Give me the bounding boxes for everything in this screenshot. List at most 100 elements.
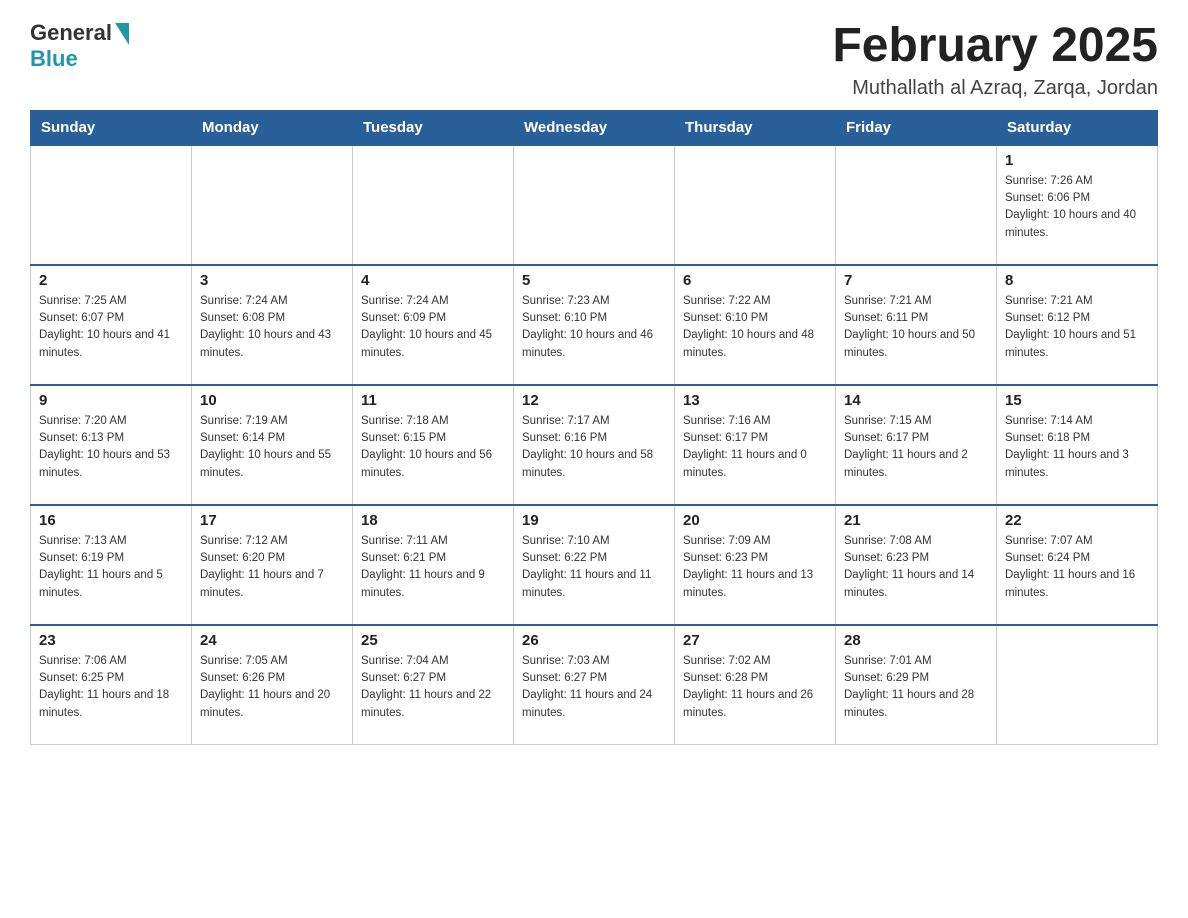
calendar-cell: 11Sunrise: 7:18 AMSunset: 6:15 PMDayligh… xyxy=(353,385,514,505)
calendar-cell xyxy=(353,145,514,265)
calendar-cell: 6 Sunrise: 7:22 AMSunset: 6:10 PMDaylight… xyxy=(675,265,836,385)
week-row-2: 2 Sunrise: 7:25 AMSunset: 6:07 PMDaylight… xyxy=(31,265,1158,385)
day-number: 24 xyxy=(200,632,344,649)
weekday-header-tuesday: Tuesday xyxy=(353,110,514,145)
week-row-1: 1 Sunrise: 7:26 AMSunset: 6:06 PMDaylight… xyxy=(31,145,1158,265)
day-info: Sunrise: 7:01 AMSunset: 6:29 PMDaylight:… xyxy=(844,653,988,722)
day-number: 9 xyxy=(39,392,183,409)
day-info: Sunrise: 7:24 AMSunset: 6:09 PMDaylight:… xyxy=(361,293,505,362)
calendar-cell xyxy=(31,145,192,265)
day-number: 23 xyxy=(39,632,183,649)
day-number: 18 xyxy=(361,512,505,529)
day-number: 13 xyxy=(683,392,827,409)
day-number: 8 xyxy=(1005,272,1149,289)
weekday-header-wednesday: Wednesday xyxy=(514,110,675,145)
calendar-cell xyxy=(675,145,836,265)
day-info: Sunrise: 7:03 AMSunset: 6:27 PMDaylight:… xyxy=(522,653,666,722)
day-number: 5 xyxy=(522,272,666,289)
day-info: Sunrise: 7:08 AMSunset: 6:23 PMDaylight:… xyxy=(844,533,988,602)
calendar-cell: 4 Sunrise: 7:24 AMSunset: 6:09 PMDaylight… xyxy=(353,265,514,385)
day-info: Sunrise: 7:24 AMSunset: 6:08 PMDaylight:… xyxy=(200,293,344,362)
day-number: 2 xyxy=(39,272,183,289)
calendar-cell: 26 Sunrise: 7:03 AMSunset: 6:27 PMDayligh… xyxy=(514,625,675,745)
day-info: Sunrise: 7:05 AMSunset: 6:26 PMDaylight:… xyxy=(200,653,344,722)
day-number: 10 xyxy=(200,392,344,409)
calendar-cell: 22Sunrise: 7:07 AMSunset: 6:24 PMDayligh… xyxy=(997,505,1158,625)
day-number: 14 xyxy=(844,392,988,409)
calendar-table: SundayMondayTuesdayWednesdayThursdayFrid… xyxy=(30,110,1158,746)
day-info: Sunrise: 7:26 AMSunset: 6:06 PMDaylight:… xyxy=(1005,173,1149,242)
day-info: Sunrise: 7:12 AMSunset: 6:20 PMDaylight:… xyxy=(200,533,344,602)
day-info: Sunrise: 7:22 AMSunset: 6:10 PMDaylight:… xyxy=(683,293,827,362)
calendar-cell xyxy=(997,625,1158,745)
weekday-header-row: SundayMondayTuesdayWednesdayThursdayFrid… xyxy=(31,110,1158,145)
calendar-cell: 19 Sunrise: 7:10 AMSunset: 6:22 PMDayligh… xyxy=(514,505,675,625)
calendar-cell: 23 Sunrise: 7:06 AMSunset: 6:25 PMDayligh… xyxy=(31,625,192,745)
day-info: Sunrise: 7:25 AMSunset: 6:07 PMDaylight:… xyxy=(39,293,183,362)
logo-blue-text: Blue xyxy=(30,46,78,72)
calendar-cell: 8 Sunrise: 7:21 AMSunset: 6:12 PMDaylight… xyxy=(997,265,1158,385)
day-info: Sunrise: 7:06 AMSunset: 6:25 PMDaylight:… xyxy=(39,653,183,722)
calendar-cell: 3 Sunrise: 7:24 AMSunset: 6:08 PMDaylight… xyxy=(192,265,353,385)
day-number: 16 xyxy=(39,512,183,529)
calendar-cell: 27 Sunrise: 7:02 AMSunset: 6:28 PMDayligh… xyxy=(675,625,836,745)
calendar-cell: 24 Sunrise: 7:05 AMSunset: 6:26 PMDayligh… xyxy=(192,625,353,745)
day-number: 27 xyxy=(683,632,827,649)
day-number: 1 xyxy=(1005,152,1149,169)
day-number: 19 xyxy=(522,512,666,529)
day-number: 6 xyxy=(683,272,827,289)
day-number: 22 xyxy=(1005,512,1149,529)
day-number: 17 xyxy=(200,512,344,529)
weekday-header-friday: Friday xyxy=(836,110,997,145)
week-row-5: 23 Sunrise: 7:06 AMSunset: 6:25 PMDayligh… xyxy=(31,625,1158,745)
weekday-header-saturday: Saturday xyxy=(997,110,1158,145)
calendar-cell: 17 Sunrise: 7:12 AMSunset: 6:20 PMDayligh… xyxy=(192,505,353,625)
day-info: Sunrise: 7:21 AMSunset: 6:12 PMDaylight:… xyxy=(1005,293,1149,362)
calendar-cell: 18 Sunrise: 7:11 AMSunset: 6:21 PMDayligh… xyxy=(353,505,514,625)
day-info: Sunrise: 7:11 AMSunset: 6:21 PMDaylight:… xyxy=(361,533,505,602)
logo-general-text: General xyxy=(30,20,112,46)
day-info: Sunrise: 7:02 AMSunset: 6:28 PMDaylight:… xyxy=(683,653,827,722)
calendar-cell: 2 Sunrise: 7:25 AMSunset: 6:07 PMDaylight… xyxy=(31,265,192,385)
calendar-cell xyxy=(836,145,997,265)
calendar-cell: 10 Sunrise: 7:19 AMSunset: 6:14 PMDayligh… xyxy=(192,385,353,505)
day-info: Sunrise: 7:10 AMSunset: 6:22 PMDaylight:… xyxy=(522,533,666,602)
day-number: 4 xyxy=(361,272,505,289)
day-info: Sunrise: 7:04 AMSunset: 6:27 PMDaylight:… xyxy=(361,653,505,722)
calendar-cell: 1 Sunrise: 7:26 AMSunset: 6:06 PMDaylight… xyxy=(997,145,1158,265)
title-section: February 2025 Muthallath al Azraq, Zarqa… xyxy=(832,20,1158,100)
calendar-cell: 15Sunrise: 7:14 AMSunset: 6:18 PMDayligh… xyxy=(997,385,1158,505)
logo-triangle-icon xyxy=(115,23,129,45)
day-number: 3 xyxy=(200,272,344,289)
day-info: Sunrise: 7:15 AMSunset: 6:17 PMDaylight:… xyxy=(844,413,988,482)
month-title: February 2025 xyxy=(832,20,1158,73)
calendar-cell: 20 Sunrise: 7:09 AMSunset: 6:23 PMDayligh… xyxy=(675,505,836,625)
day-number: 28 xyxy=(844,632,988,649)
calendar-cell xyxy=(192,145,353,265)
week-row-3: 9 Sunrise: 7:20 AMSunset: 6:13 PMDaylight… xyxy=(31,385,1158,505)
calendar-cell: 14 Sunrise: 7:15 AMSunset: 6:17 PMDayligh… xyxy=(836,385,997,505)
day-info: Sunrise: 7:20 AMSunset: 6:13 PMDaylight:… xyxy=(39,413,183,482)
location-subtitle: Muthallath al Azraq, Zarqa, Jordan xyxy=(832,77,1158,100)
weekday-header-thursday: Thursday xyxy=(675,110,836,145)
calendar-cell xyxy=(514,145,675,265)
day-number: 20 xyxy=(683,512,827,529)
day-info: Sunrise: 7:09 AMSunset: 6:23 PMDaylight:… xyxy=(683,533,827,602)
calendar-cell: 21 Sunrise: 7:08 AMSunset: 6:23 PMDayligh… xyxy=(836,505,997,625)
day-number: 21 xyxy=(844,512,988,529)
day-info: Sunrise: 7:21 AMSunset: 6:11 PMDaylight:… xyxy=(844,293,988,362)
day-number: 12 xyxy=(522,392,666,409)
day-info: Sunrise: 7:19 AMSunset: 6:14 PMDaylight:… xyxy=(200,413,344,482)
weekday-header-monday: Monday xyxy=(192,110,353,145)
day-info: Sunrise: 7:18 AMSunset: 6:15 PMDaylight:… xyxy=(361,413,505,482)
page-header: General Blue February 2025 Muthallath al… xyxy=(30,20,1158,100)
day-number: 15 xyxy=(1005,392,1149,409)
week-row-4: 16 Sunrise: 7:13 AMSunset: 6:19 PMDayligh… xyxy=(31,505,1158,625)
calendar-cell: 13 Sunrise: 7:16 AMSunset: 6:17 PMDayligh… xyxy=(675,385,836,505)
day-info: Sunrise: 7:13 AMSunset: 6:19 PMDaylight:… xyxy=(39,533,183,602)
calendar-cell: 7Sunrise: 7:21 AMSunset: 6:11 PMDaylight… xyxy=(836,265,997,385)
day-info: Sunrise: 7:17 AMSunset: 6:16 PMDaylight:… xyxy=(522,413,666,482)
calendar-cell: 16 Sunrise: 7:13 AMSunset: 6:19 PMDayligh… xyxy=(31,505,192,625)
day-number: 26 xyxy=(522,632,666,649)
day-info: Sunrise: 7:16 AMSunset: 6:17 PMDaylight:… xyxy=(683,413,827,482)
